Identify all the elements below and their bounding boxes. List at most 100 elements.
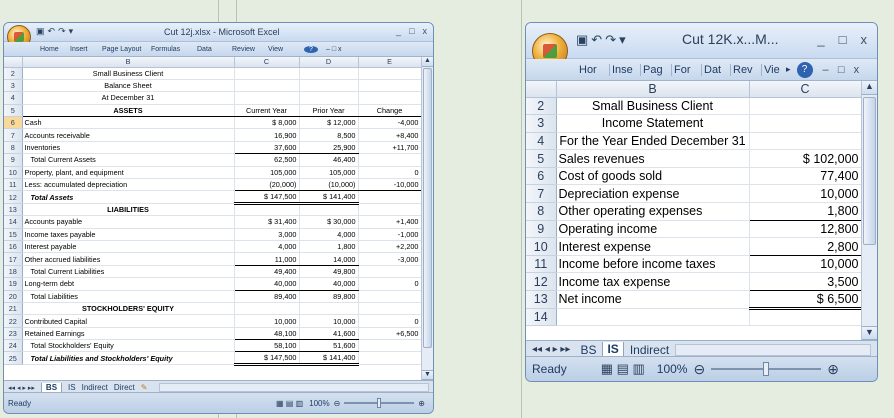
cell-value[interactable]: 48,100 bbox=[234, 327, 300, 341]
cell-label[interactable]: For the Year Ended December 31 bbox=[556, 132, 750, 151]
tab-formulas[interactable]: Formulas bbox=[151, 46, 197, 53]
cell-value[interactable]: 1,800 bbox=[749, 202, 862, 221]
cell-value[interactable] bbox=[234, 79, 300, 93]
cell-label[interactable]: Income tax expense bbox=[556, 272, 750, 292]
scroll-down-icon[interactable]: ▼ bbox=[422, 370, 433, 380]
sheet-tab-indirect[interactable]: Indirect bbox=[630, 343, 669, 357]
row-number[interactable]: 7 bbox=[526, 184, 557, 204]
maximize-button[interactable]: □ bbox=[409, 26, 414, 36]
cell-label[interactable]: Less: accumulated depreciation bbox=[22, 178, 235, 192]
scroll-down-icon[interactable]: ▼ bbox=[862, 326, 877, 340]
tab-review[interactable]: Rev bbox=[731, 63, 762, 76]
cell-label[interactable]: Total Current Liabilities bbox=[22, 265, 235, 279]
zoom-level[interactable]: 100% bbox=[657, 362, 688, 376]
cell-value[interactable]: 25,900 bbox=[299, 141, 359, 155]
sheet-tab-is[interactable]: IS bbox=[68, 383, 76, 392]
row-number[interactable]: 14 bbox=[526, 308, 557, 327]
cell-value[interactable]: 0 bbox=[358, 314, 422, 328]
sheet-tab-bs[interactable]: BS bbox=[580, 343, 596, 357]
select-all-corner[interactable] bbox=[526, 81, 557, 98]
minimize-button[interactable]: _ bbox=[817, 32, 824, 47]
cell-value[interactable] bbox=[749, 97, 862, 116]
row-number[interactable]: 25 bbox=[4, 351, 23, 365]
cell-value[interactable] bbox=[358, 203, 422, 217]
cell-value[interactable]: 10,000 bbox=[234, 314, 300, 328]
cell-value[interactable]: Prior Year bbox=[299, 104, 359, 118]
cell-label[interactable]: Operating income bbox=[556, 220, 750, 239]
cell-value[interactable] bbox=[234, 67, 300, 80]
cell-value[interactable] bbox=[358, 265, 422, 279]
zoom-in-icon[interactable]: ⊕ bbox=[418, 399, 425, 408]
tab-review[interactable]: Review bbox=[232, 46, 268, 53]
cell-value[interactable]: -1,000 bbox=[358, 228, 422, 241]
row-number[interactable]: 10 bbox=[4, 166, 23, 180]
row-number[interactable]: 14 bbox=[4, 215, 23, 229]
row-number[interactable]: 16 bbox=[4, 240, 23, 254]
cell-label[interactable]: Income taxes payable bbox=[22, 228, 235, 241]
scroll-thumb[interactable] bbox=[863, 97, 876, 245]
customize-qat-icon[interactable]: ▾ bbox=[619, 32, 626, 48]
cell-label[interactable] bbox=[556, 308, 750, 327]
cell-value[interactable]: 3,500 bbox=[749, 272, 862, 292]
vertical-scrollbar[interactable]: ▲ ▼ bbox=[421, 57, 433, 380]
cell-value[interactable]: +1,400 bbox=[358, 215, 422, 229]
cell-label[interactable]: Interest expense bbox=[556, 237, 750, 256]
cell-value[interactable] bbox=[299, 79, 359, 93]
row-number[interactable]: 13 bbox=[526, 290, 557, 309]
cell-value[interactable] bbox=[234, 91, 300, 105]
row-number[interactable]: 11 bbox=[526, 255, 557, 274]
cell-value[interactable] bbox=[358, 153, 422, 167]
cell-value[interactable] bbox=[299, 91, 359, 105]
cell-label[interactable]: Other accrued liabilities bbox=[22, 252, 235, 266]
redo-icon[interactable]: ↷ bbox=[605, 32, 616, 48]
row-number[interactable]: 22 bbox=[4, 314, 23, 328]
cell-value[interactable]: 11,000 bbox=[234, 252, 300, 266]
cell-label[interactable]: Total Stockholders' Equity bbox=[22, 339, 235, 353]
cell-label[interactable]: Income before income taxes bbox=[556, 255, 750, 274]
row-number[interactable]: 10 bbox=[526, 237, 557, 256]
cell-value[interactable]: Change bbox=[358, 104, 422, 118]
cell-value[interactable]: 16,900 bbox=[234, 128, 300, 142]
cell-value[interactable]: 14,000 bbox=[299, 252, 359, 266]
row-number[interactable]: 15 bbox=[4, 228, 23, 241]
cell-value[interactable] bbox=[749, 132, 862, 151]
cell-label[interactable]: Total Current Assets bbox=[22, 153, 235, 167]
cell-label[interactable]: Cash bbox=[22, 116, 235, 130]
row-number[interactable]: 8 bbox=[526, 202, 557, 221]
minimize-button[interactable]: _ bbox=[396, 26, 401, 36]
cell-value[interactable]: $ 141,400 bbox=[299, 351, 359, 366]
cell-value[interactable]: 10,000 bbox=[749, 255, 862, 274]
cell-value[interactable] bbox=[358, 290, 422, 303]
cell-value[interactable]: 8,500 bbox=[299, 128, 359, 142]
cell-label[interactable]: Retained Earnings bbox=[22, 327, 235, 341]
scroll-up-icon[interactable]: ▲ bbox=[422, 57, 433, 67]
save-icon[interactable]: ▣ bbox=[576, 32, 588, 48]
cell-value[interactable]: 51,600 bbox=[299, 339, 359, 353]
row-number[interactable]: 9 bbox=[526, 220, 557, 239]
column-header[interactable]: C bbox=[234, 57, 300, 68]
sheet-nav-icons[interactable]: ◂◂ ◂ ▸ ▸▸ bbox=[8, 384, 35, 392]
row-number[interactable]: 8 bbox=[4, 141, 23, 155]
cell-value[interactable]: Current Year bbox=[234, 104, 300, 118]
row-number[interactable]: 3 bbox=[4, 79, 23, 93]
cell-value[interactable] bbox=[299, 203, 359, 217]
cell-value[interactable]: 37,600 bbox=[234, 141, 300, 155]
row-number[interactable]: 17 bbox=[4, 252, 23, 266]
customize-qat-icon[interactable]: ▾ bbox=[69, 26, 74, 37]
sheet-tab-is[interactable]: IS bbox=[602, 342, 624, 357]
zoom-slider-thumb[interactable] bbox=[377, 398, 382, 408]
cell-value[interactable]: -4,000 bbox=[358, 116, 422, 130]
row-number[interactable]: 20 bbox=[4, 290, 23, 303]
cell-value[interactable]: 77,400 bbox=[749, 167, 862, 186]
cell-value[interactable]: $ 31,400 bbox=[234, 215, 300, 229]
zoom-in-icon[interactable]: ⊕ bbox=[827, 361, 839, 378]
row-number[interactable]: 5 bbox=[4, 104, 23, 118]
zoom-out-icon[interactable]: ⊖ bbox=[693, 361, 705, 378]
cell-value[interactable]: 0 bbox=[358, 166, 422, 180]
cell-label[interactable]: Contributed Capital bbox=[22, 314, 235, 328]
cell-value[interactable]: 12,800 bbox=[749, 220, 862, 239]
row-number[interactable]: 7 bbox=[4, 128, 23, 142]
cell-value[interactable]: -10,000 bbox=[358, 178, 422, 192]
row-number[interactable]: 6 bbox=[4, 116, 23, 130]
cell-value[interactable]: 49,800 bbox=[299, 265, 359, 279]
